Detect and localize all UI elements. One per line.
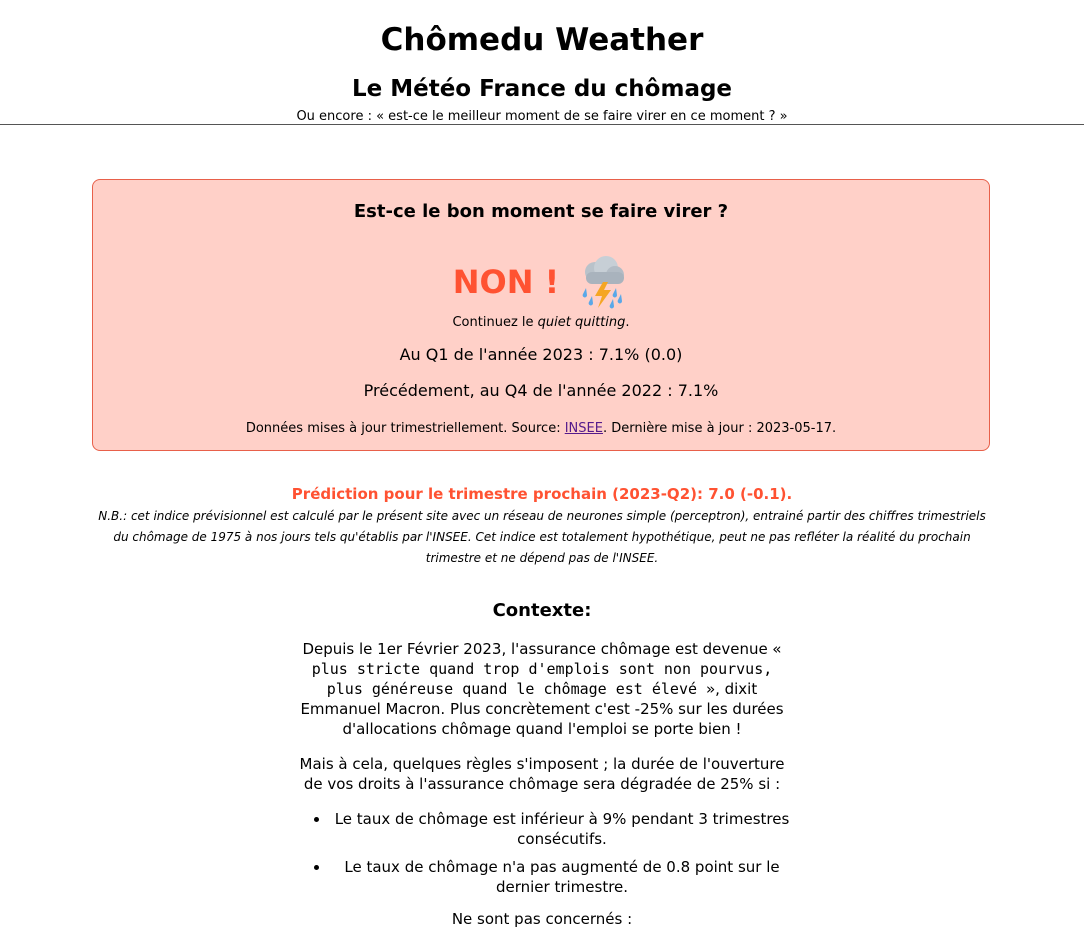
verdict-advice: Continuez le quiet quitting. [452,315,630,330]
answer-row: NON ! [93,254,989,310]
site-title: Chômedu Weather [380,22,704,58]
context-paragraph-1: Depuis le 1er Février 2023, l'assurance … [300,640,784,738]
site-subtitle: Le Météo France du chômage [351,76,733,102]
thunderstorm-rain-icon [582,256,625,309]
site-header: Chômedu Weather Le Météo France du chôma… [0,0,1084,125]
verdict-answer: NON ! [452,263,560,301]
site-tagline: Ou encore : « est-ce le meilleur moment … [296,109,788,124]
rule-item: Le taux de chômage est inférieur à 9% pe… [330,809,794,849]
advice-emphasis: quiet quitting [537,315,626,330]
prediction-title: Prédiction pour le trimestre prochain (2… [291,485,793,503]
context-heading: Contexte: [492,600,592,621]
prediction-note: N.B.: cet indice prévisionnel est calcul… [98,509,986,565]
verdict-question: Est-ce le bon moment se faire virer ? [353,201,729,222]
context-section: Contexte: Depuis le 1er Février 2023, l'… [290,598,794,944]
context-paragraph-3: Ne sont pas concernés : [451,910,633,928]
prediction-section: Prédiction pour le trimestre prochain (2… [92,484,992,569]
rules-list: Le taux de chômage est inférieur à 9% pe… [290,809,794,897]
current-rate: Au Q1 de l'année 2023 : 7.1% (0.0) [399,345,683,364]
insee-link[interactable]: INSEE [565,421,603,436]
previous-rate: Précédement, au Q4 de l'année 2022 : 7.1… [363,381,719,400]
verdict-card: Est-ce le bon moment se faire virer ? NO… [92,179,990,451]
source-line: Données mises à jour trimestriellement. … [245,421,837,436]
rule-item: Le taux de chômage n'a pas augmenté de 0… [330,857,794,897]
context-paragraph-2: Mais à cela, quelques règles s'imposent … [299,755,785,793]
